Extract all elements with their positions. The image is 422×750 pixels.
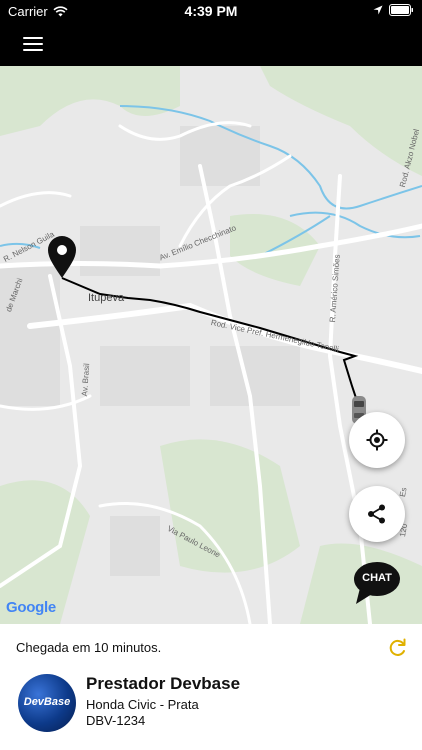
carrier-name: Carrier: [8, 4, 48, 19]
battery-icon: [389, 4, 413, 16]
google-attribution: Google: [6, 599, 56, 616]
street-label: Es: [398, 486, 409, 498]
google-logo-text: Google: [6, 599, 56, 616]
city-label: Itupeva: [88, 292, 125, 304]
provider-name: Prestador Devbase: [86, 674, 241, 693]
refresh-icon: [389, 638, 406, 656]
chat-label: CHAT: [362, 572, 392, 584]
eta-text: Chegada em 10 minutos.: [16, 640, 162, 655]
map-canvas: [0, 66, 422, 624]
map-view[interactable]: Av. Emílio Checchinato Rod. Vice Pref. H…: [0, 66, 422, 624]
menu-button[interactable]: [14, 30, 44, 58]
avatar-logo-text: DevBase: [23, 696, 71, 708]
refresh-button[interactable]: [386, 637, 408, 659]
nav-bar: [0, 22, 422, 66]
my-location-button[interactable]: [349, 412, 405, 468]
provider-avatar: DevBase: [18, 674, 76, 732]
vehicle-model: Honda Civic - Prata: [86, 697, 199, 712]
status-bar: Carrier 4:39 PM: [0, 0, 422, 22]
vehicle-plate: DBV-1234: [86, 713, 146, 728]
share-button[interactable]: [349, 486, 405, 542]
carrier-group: Carrier: [8, 4, 68, 19]
wifi-icon: [53, 6, 68, 17]
status-right-group: [373, 4, 414, 16]
chat-button[interactable]: CHAT: [352, 560, 402, 606]
my-location-icon: [366, 429, 388, 451]
location-arrow-icon: [373, 5, 383, 15]
share-icon: [368, 504, 385, 524]
